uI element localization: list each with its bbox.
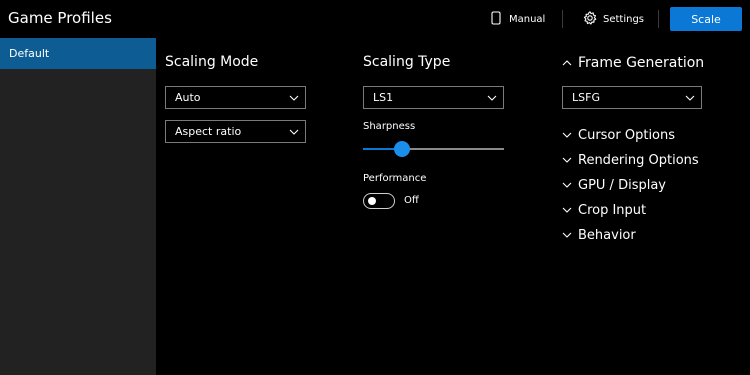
slider-thumb[interactable]	[394, 141, 410, 157]
app-window: Game Profiles Manual Settings Scale Defa…	[0, 0, 750, 375]
chevron-down-icon	[685, 95, 695, 101]
scaling-mode-value: Auto	[175, 91, 201, 104]
frame-generation-value: LSFG	[572, 91, 600, 104]
expander-label: Behavior	[578, 227, 636, 243]
frame-generation-dropdown[interactable]: LSFG	[562, 86, 702, 109]
frame-generation-title: Frame Generation	[578, 55, 705, 71]
profile-item-default[interactable]: Default	[0, 38, 156, 69]
manual-label: Manual	[509, 13, 546, 25]
scale-button[interactable]: Scale	[670, 7, 742, 31]
scaling-mode-dropdown[interactable]: Auto	[165, 86, 306, 109]
chevron-down-icon	[562, 232, 572, 238]
chevron-down-icon	[289, 129, 299, 135]
performance-toggle[interactable]	[363, 193, 395, 209]
chevron-down-icon	[562, 132, 572, 138]
aspect-ratio-value: Aspect ratio	[175, 125, 242, 138]
chevron-down-icon	[562, 157, 572, 163]
rendering-options-expander[interactable]: Rendering Options	[562, 150, 699, 170]
manual-button[interactable]: Manual	[491, 10, 545, 28]
chevron-down-icon	[487, 95, 497, 101]
expander-label: Cursor Options	[578, 127, 676, 143]
scaling-mode-title: Scaling Mode	[165, 54, 259, 70]
document-icon	[491, 10, 501, 29]
scaling-type-value: LS1	[373, 91, 394, 104]
crop-input-expander[interactable]: Crop Input	[562, 200, 646, 220]
settings-button[interactable]: Settings	[583, 10, 644, 28]
chevron-up-icon	[562, 60, 572, 66]
chevron-down-icon	[562, 182, 572, 188]
profiles-sidebar: Default	[0, 38, 156, 375]
behavior-expander[interactable]: Behavior	[562, 225, 636, 245]
performance-label: Performance	[363, 173, 427, 184]
settings-label: Settings	[603, 13, 645, 25]
scaling-type-title: Scaling Type	[363, 54, 451, 70]
profile-item-label: Default	[9, 47, 50, 60]
sharpness-slider[interactable]	[363, 140, 504, 158]
chevron-down-icon	[562, 207, 572, 213]
expander-label: Crop Input	[578, 202, 647, 218]
gpu-display-expander[interactable]: GPU / Display	[562, 175, 666, 195]
expander-label: Rendering Options	[578, 152, 699, 168]
performance-toggle-state: Off	[404, 195, 419, 206]
chevron-down-icon	[289, 95, 299, 101]
app-title: Game Profiles	[8, 9, 112, 27]
toggle-knob	[368, 197, 376, 205]
header-divider	[562, 10, 563, 28]
gear-icon	[583, 10, 597, 29]
header-divider	[658, 10, 659, 28]
aspect-ratio-dropdown[interactable]: Aspect ratio	[165, 120, 306, 143]
expander-label: GPU / Display	[578, 177, 666, 193]
scaling-type-dropdown[interactable]: LS1	[363, 86, 504, 109]
cursor-options-expander[interactable]: Cursor Options	[562, 125, 675, 145]
frame-generation-expander[interactable]: Frame Generation	[562, 53, 704, 73]
sharpness-label: Sharpness	[363, 121, 416, 132]
